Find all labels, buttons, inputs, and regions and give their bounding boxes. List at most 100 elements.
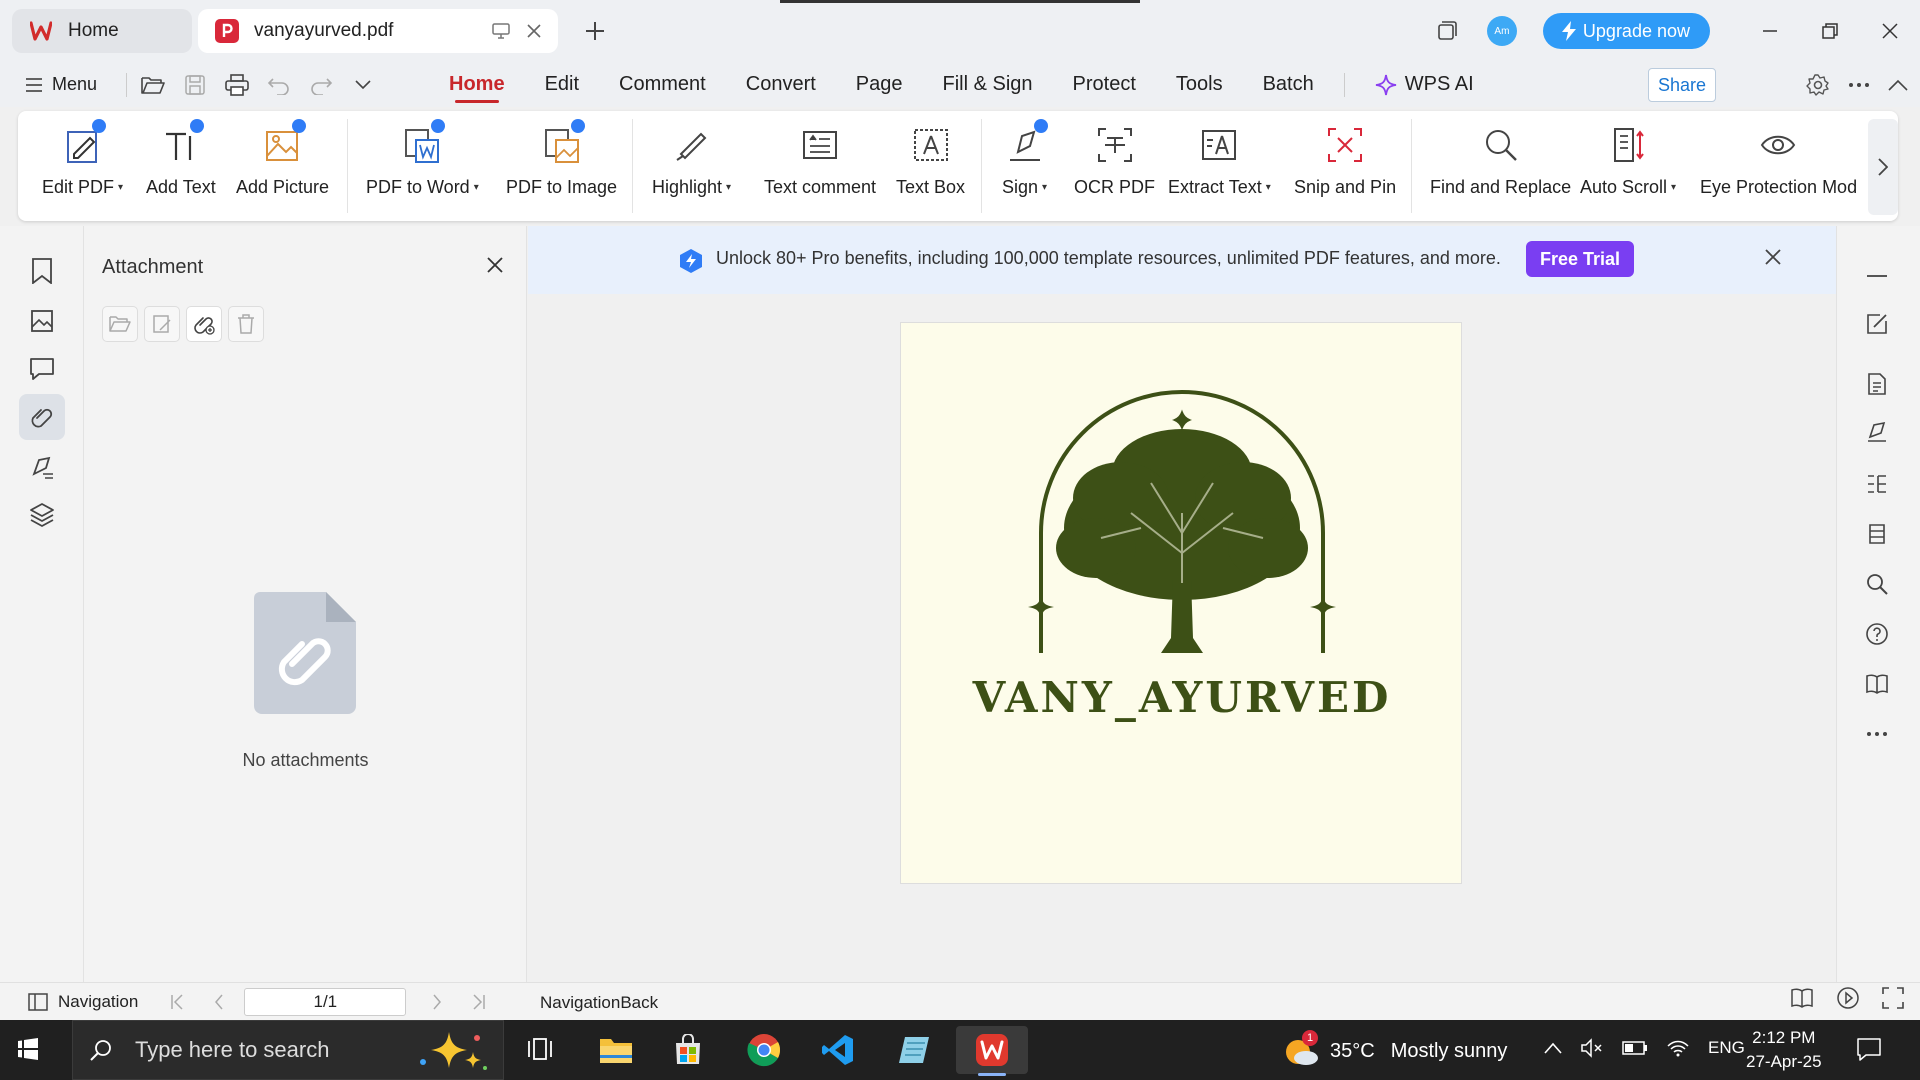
microsoft-store-icon[interactable] bbox=[652, 1026, 724, 1074]
redo-icon[interactable] bbox=[305, 69, 337, 101]
avatar[interactable]: Am bbox=[1486, 16, 1517, 46]
upgrade-button[interactable]: Upgrade now bbox=[1542, 13, 1710, 49]
fullscreen-icon[interactable] bbox=[1882, 987, 1904, 1009]
wifi-icon[interactable] bbox=[1666, 1038, 1690, 1058]
auto-scroll-button[interactable]: Auto Scroll ▾ bbox=[1580, 123, 1676, 198]
reading-mode-icon[interactable] bbox=[1790, 987, 1814, 1009]
highlight-button[interactable]: Highlight ▾ bbox=[652, 123, 731, 198]
print-icon[interactable] bbox=[221, 69, 253, 101]
taskbar-search[interactable]: Type here to search bbox=[72, 1020, 504, 1080]
monitor-icon[interactable] bbox=[492, 23, 510, 39]
tab-protect[interactable]: Protect bbox=[1053, 62, 1156, 107]
settings-icon[interactable] bbox=[1806, 73, 1830, 97]
text-comment-button[interactable]: Text comment bbox=[764, 123, 876, 198]
tab-fill-sign[interactable]: Fill & Sign bbox=[923, 62, 1053, 107]
tab-tools[interactable]: Tools bbox=[1156, 62, 1243, 107]
sign-button[interactable]: Sign ▾ bbox=[1002, 119, 1048, 198]
find-and-replace-button[interactable]: Find and Replace bbox=[1430, 123, 1571, 198]
delete-icon[interactable] bbox=[228, 306, 264, 342]
task-view-icon[interactable] bbox=[504, 1026, 576, 1074]
attachment-icon[interactable] bbox=[19, 394, 65, 440]
windows-start-icon[interactable] bbox=[14, 1034, 44, 1064]
vscode-icon[interactable] bbox=[802, 1026, 874, 1074]
text-box-icon bbox=[910, 123, 952, 167]
ribbon-scroll-right-button[interactable] bbox=[1868, 119, 1898, 215]
tab-comment[interactable]: Comment bbox=[599, 62, 726, 107]
snip-and-pin-button[interactable]: Snip and Pin bbox=[1294, 123, 1396, 198]
book-icon[interactable] bbox=[1859, 666, 1895, 702]
undo-icon[interactable] bbox=[263, 69, 295, 101]
file-explorer-icon[interactable] bbox=[580, 1026, 652, 1074]
free-trial-button[interactable]: Free Trial bbox=[1526, 241, 1634, 277]
edit-pdf-button[interactable]: Edit PDF ▾ bbox=[42, 119, 123, 198]
previous-page-icon[interactable] bbox=[214, 994, 224, 1010]
open-attachment-icon[interactable] bbox=[102, 306, 138, 342]
comment-icon[interactable] bbox=[19, 346, 65, 392]
menu-button[interactable]: Menu bbox=[0, 74, 116, 95]
pdf-to-image-button[interactable]: PDF to Image bbox=[506, 119, 617, 198]
add-text-button[interactable]: Add Text bbox=[146, 119, 216, 198]
page-number-input[interactable]: 1/1 bbox=[244, 987, 407, 1016]
add-picture-button[interactable]: Add Picture bbox=[236, 119, 329, 198]
share-button[interactable]: Share bbox=[1648, 68, 1716, 102]
battery-icon[interactable] bbox=[1622, 1041, 1648, 1055]
add-attachment-icon[interactable] bbox=[186, 306, 222, 342]
pdf-page[interactable]: VANY_AYURVED bbox=[900, 322, 1462, 884]
compress-icon[interactable] bbox=[1859, 516, 1895, 552]
search-icon[interactable] bbox=[1859, 566, 1895, 602]
navigation-toggle[interactable]: Navigation bbox=[28, 992, 138, 1012]
chevron-down-icon[interactable] bbox=[347, 69, 379, 101]
tab-convert[interactable]: Convert bbox=[726, 62, 836, 107]
notes-app-icon[interactable] bbox=[878, 1026, 950, 1074]
tab-page[interactable]: Page bbox=[836, 62, 923, 107]
language-indicator[interactable]: ENG bbox=[1708, 1038, 1745, 1058]
eye-protection-button[interactable]: Eye Protection Mod bbox=[1700, 123, 1856, 198]
next-page-icon[interactable] bbox=[432, 994, 442, 1010]
more-options-icon[interactable] bbox=[1848, 82, 1870, 88]
window-layout-icon[interactable] bbox=[1427, 11, 1467, 51]
edit-icon[interactable] bbox=[1859, 306, 1895, 342]
wps-ai-button[interactable]: WPS AI bbox=[1375, 73, 1474, 96]
text-direction-icon[interactable] bbox=[1859, 466, 1895, 502]
extract-text-button[interactable]: Extract Text ▾ bbox=[1168, 123, 1271, 198]
first-page-icon[interactable] bbox=[170, 993, 184, 1010]
chrome-icon[interactable] bbox=[728, 1026, 800, 1074]
sign-tool-icon[interactable] bbox=[1859, 414, 1895, 450]
edit-attachment-icon[interactable] bbox=[144, 306, 180, 342]
minimize-button[interactable] bbox=[1740, 0, 1800, 62]
chevron-up-icon[interactable] bbox=[1544, 1042, 1562, 1054]
close-window-button[interactable] bbox=[1860, 0, 1920, 62]
play-slideshow-icon[interactable] bbox=[1836, 986, 1860, 1010]
pdf-to-word-button[interactable]: PDF to Word ▾ bbox=[366, 119, 479, 198]
document-info-icon[interactable] bbox=[1859, 366, 1895, 402]
restore-button[interactable] bbox=[1800, 0, 1860, 62]
notification-icon[interactable] bbox=[1856, 1036, 1882, 1062]
close-icon[interactable] bbox=[486, 256, 504, 274]
weather-widget[interactable]: 1 35°C Mostly sunny bbox=[1284, 1030, 1507, 1068]
tab-edit[interactable]: Edit bbox=[525, 62, 599, 107]
wps-office-taskbar-icon[interactable] bbox=[956, 1026, 1028, 1076]
speaker-muted-icon[interactable] bbox=[1580, 1038, 1604, 1058]
navigation-back-link[interactable]: NavigationBack bbox=[540, 993, 658, 1013]
layers-icon[interactable] bbox=[19, 492, 65, 538]
signature-icon[interactable] bbox=[19, 444, 65, 490]
save-icon[interactable] bbox=[179, 69, 211, 101]
tab-batch[interactable]: Batch bbox=[1243, 62, 1334, 107]
new-tab-button[interactable] bbox=[580, 16, 610, 46]
tab-document[interactable]: vanyayurved.pdf bbox=[198, 9, 558, 53]
ocr-pdf-button[interactable]: OCR PDF bbox=[1074, 123, 1155, 198]
help-icon[interactable] bbox=[1859, 616, 1895, 652]
tab-home[interactable]: Home bbox=[429, 62, 525, 107]
close-banner-icon[interactable] bbox=[1764, 248, 1782, 266]
bookmark-icon[interactable] bbox=[19, 248, 65, 294]
open-folder-icon[interactable] bbox=[137, 69, 169, 101]
last-page-icon[interactable] bbox=[472, 993, 486, 1010]
tab-home[interactable]: Home bbox=[12, 9, 192, 53]
collapse-ribbon-icon[interactable] bbox=[1888, 79, 1908, 91]
more-tools-icon[interactable] bbox=[1859, 716, 1895, 752]
close-tab-icon[interactable] bbox=[526, 23, 542, 39]
system-clock[interactable]: 2:12 PM 27-Apr-25 bbox=[1746, 1026, 1822, 1074]
collapse-icon[interactable] bbox=[1859, 258, 1895, 294]
thumbnail-icon[interactable] bbox=[19, 298, 65, 344]
text-box-button[interactable]: Text Box bbox=[896, 123, 965, 198]
